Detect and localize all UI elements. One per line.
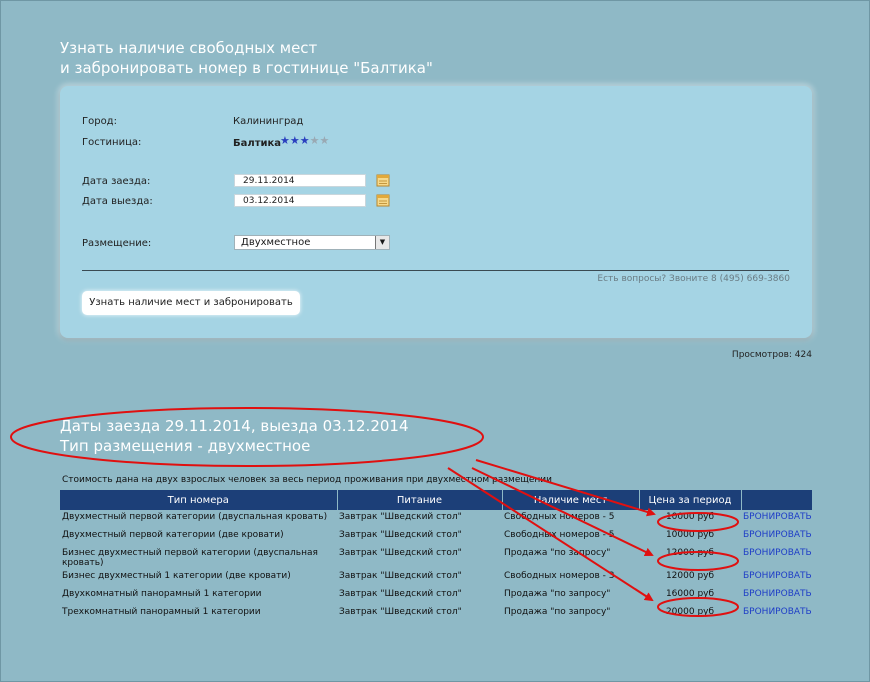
hotel-value: Балтика <box>233 138 282 149</box>
book-link[interactable]: БРОНИРОВАТЬ <box>743 607 812 617</box>
checkin-label: Дата заезда: <box>82 176 151 187</box>
table-row: Бизнес двухместный первой категории (дву… <box>60 546 812 569</box>
hotel-rating-stars: ★★★★★ <box>280 134 329 147</box>
views-counter: Просмотров: 424 <box>731 350 812 360</box>
table-row: Трехкомнатный панорамный 1 категории Завт… <box>60 605 812 623</box>
room-type-cell: Двухместный первой категории (две кроват… <box>62 530 284 540</box>
meal-cell: Завтрак "Шведский стол" <box>339 530 462 540</box>
column-header-meal: Питание <box>337 490 503 510</box>
table-row: Двухкомнатный панорамный 1 категории Завт… <box>60 587 812 605</box>
meal-cell: Завтрак "Шведский стол" <box>339 571 462 581</box>
price-cell: 16000 руб <box>665 589 715 599</box>
checkin-date-input[interactable]: 29.11.2014 <box>234 174 366 187</box>
city-value: Калининград <box>233 116 304 127</box>
page-title-line2: и забронировать номер в гостинице "Балти… <box>60 59 433 77</box>
rooms-table: Тип номера Питание Наличие мест Цена за … <box>60 490 813 623</box>
price-note: Стоимость дана на двух взрослых человек … <box>62 475 552 485</box>
page-heading: Узнать наличие свободных мест и забронир… <box>60 38 433 78</box>
book-link[interactable]: БРОНИРОВАТЬ <box>743 571 812 581</box>
availability-cell: Продажа "по запросу" <box>504 548 611 558</box>
availability-cell: Свободных номеров - 5 <box>504 512 615 522</box>
price-cell: 20000 руб <box>665 607 715 617</box>
book-link[interactable]: БРОНИРОВАТЬ <box>743 548 812 558</box>
room-type-cell: Двухкомнатный панорамный 1 категории <box>62 589 262 599</box>
table-row: Бизнес двухместный 1 категории (две кров… <box>60 569 812 587</box>
hotel-label: Гостиница: <box>82 137 142 148</box>
availability-cell: Свободных номеров - 5 <box>504 530 615 540</box>
placement-selected-value: Двухместное <box>241 237 311 248</box>
book-link[interactable]: БРОНИРОВАТЬ <box>743 512 812 522</box>
room-type-cell: Бизнес двухместный первой категории (дву… <box>62 548 318 568</box>
availability-cell: Свободных номеров - 3 <box>504 571 615 581</box>
price-cell: 12000 руб <box>665 548 715 558</box>
price-cell: 10000 руб <box>665 530 715 540</box>
book-cell: БРОНИРОВАТЬ <box>741 605 812 623</box>
star-icon: ★ <box>299 134 310 147</box>
results-dates-line: Даты заезда 29.11.2014, выезда 03.12.201… <box>60 417 409 435</box>
column-header-availability: Наличие мест <box>502 490 640 510</box>
chevron-down-icon[interactable]: ▼ <box>375 236 389 249</box>
book-link[interactable]: БРОНИРОВАТЬ <box>743 530 812 540</box>
placement-select[interactable]: Двухместное ▼ <box>234 235 390 250</box>
book-cell: БРОНИРОВАТЬ <box>741 569 812 587</box>
checkout-date-input[interactable]: 03.12.2014 <box>234 194 366 207</box>
table-row: Двухместный первой категории (двуспальна… <box>60 510 812 528</box>
availability-cell: Продажа "по запросу" <box>504 589 611 599</box>
book-cell: БРОНИРОВАТЬ <box>741 546 812 569</box>
room-type-cell: Бизнес двухместный 1 категории (две кров… <box>62 571 291 581</box>
booking-form-panel: Город: Калининград Гостиница: Балтика ★★… <box>60 86 812 338</box>
star-icon: ★ <box>319 134 330 147</box>
book-link[interactable]: БРОНИРОВАТЬ <box>743 589 812 599</box>
meal-cell: Завтрак "Шведский стол" <box>339 607 462 617</box>
column-header-room-type: Тип номера <box>60 490 338 510</box>
calendar-icon[interactable] <box>376 193 390 207</box>
column-header-price: Цена за период <box>639 490 742 510</box>
results-placement-line: Тип размещения - двухместное <box>60 437 311 455</box>
star-icon: ★ <box>309 134 320 147</box>
book-cell: БРОНИРОВАТЬ <box>741 528 812 546</box>
placement-label: Размещение: <box>82 238 152 249</box>
checkout-label: Дата выезда: <box>82 196 153 207</box>
price-cell: 10000 руб <box>665 512 715 522</box>
meal-cell: Завтрак "Шведский стол" <box>339 512 462 522</box>
contact-phone-text: Есть вопросы? Звоните 8 (495) 669-3860 <box>597 274 790 284</box>
column-header-action <box>741 490 813 510</box>
calendar-icon[interactable] <box>376 173 390 187</box>
city-label: Город: <box>82 116 117 127</box>
table-row: Двухместный первой категории (две кроват… <box>60 528 812 546</box>
check-availability-button[interactable]: Узнать наличие мест и забронировать <box>82 291 300 315</box>
star-icon: ★ <box>280 134 290 147</box>
meal-cell: Завтрак "Шведский стол" <box>339 548 462 558</box>
room-type-cell: Трехкомнатный панорамный 1 категории <box>62 607 261 617</box>
room-type-cell: Двухместный первой категории (двуспальна… <box>62 512 328 522</box>
book-cell: БРОНИРОВАТЬ <box>741 510 812 528</box>
price-cell: 12000 руб <box>665 571 715 581</box>
page-title-line1: Узнать наличие свободных мест <box>60 39 318 57</box>
star-icon: ★ <box>289 134 300 147</box>
results-heading: Даты заезда 29.11.2014, выезда 03.12.201… <box>60 416 409 456</box>
availability-cell: Продажа "по запросу" <box>504 607 611 617</box>
rooms-table-header: Тип номера Питание Наличие мест Цена за … <box>60 490 813 510</box>
meal-cell: Завтрак "Шведский стол" <box>339 589 462 599</box>
form-divider <box>82 270 789 271</box>
book-cell: БРОНИРОВАТЬ <box>741 587 812 605</box>
